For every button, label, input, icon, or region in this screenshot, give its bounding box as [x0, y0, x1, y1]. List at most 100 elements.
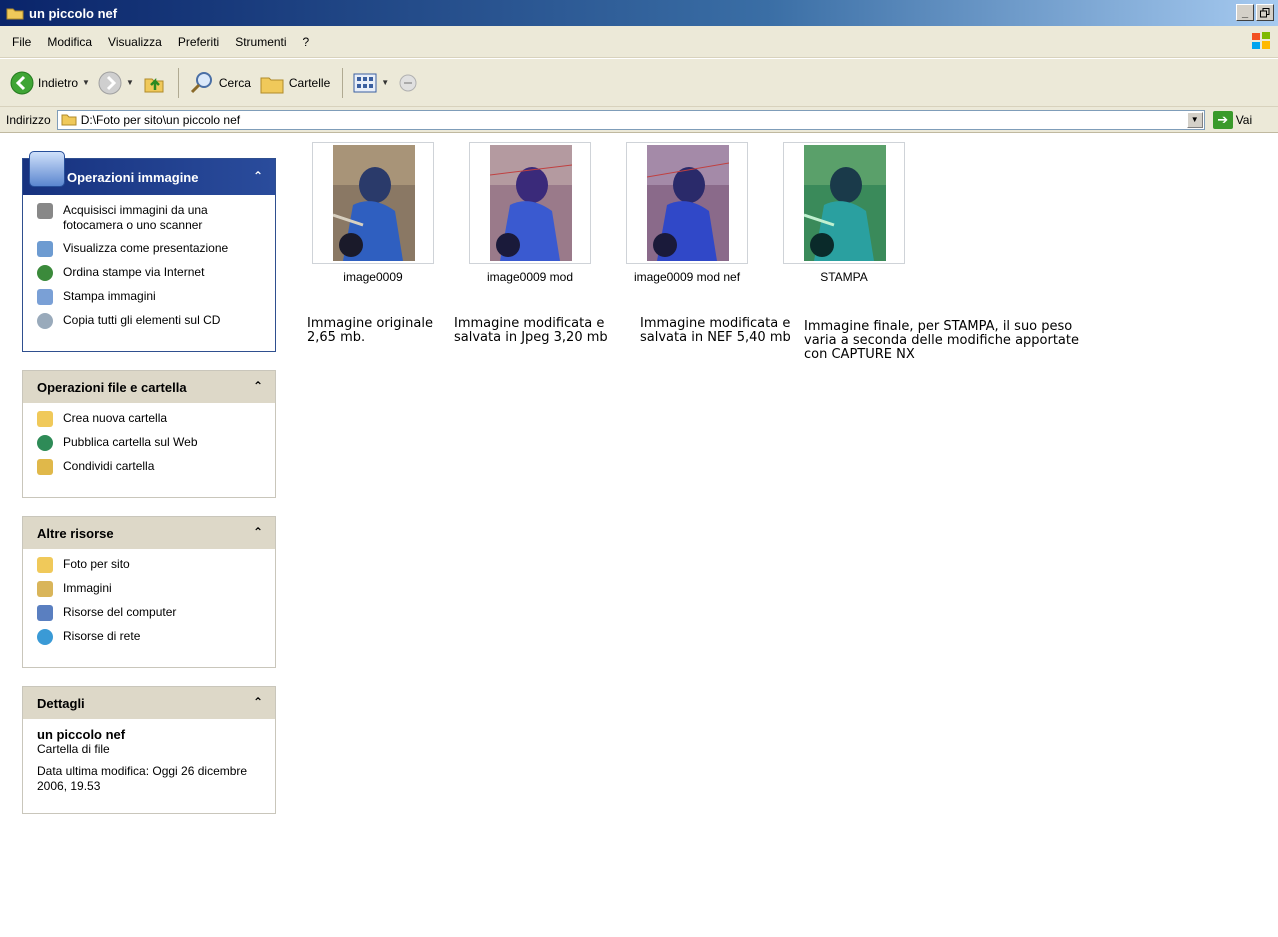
details-folder-type: Cartella di file: [37, 742, 110, 756]
image-tasks-panel: Operazioni immagine ⌃ Acquisisci immagin…: [22, 151, 276, 352]
search-icon: [190, 71, 212, 93]
link-label: Foto per sito: [63, 557, 130, 571]
file-tasks-header[interactable]: Operazioni file e cartella ⌃: [23, 371, 275, 403]
network-icon: [37, 629, 53, 645]
file-thumbnail[interactable]: [469, 142, 591, 264]
views-button[interactable]: ▼: [353, 72, 389, 94]
toolbar-separator: [177, 67, 179, 98]
file-thumbnail[interactable]: [783, 142, 905, 264]
thumbnail-image: [647, 145, 729, 261]
address-dropdown-icon[interactable]: ▼: [1186, 111, 1203, 128]
task-label: Pubblica cartella sul Web: [63, 435, 198, 449]
image-tasks-icon: [29, 151, 65, 187]
minimize-button[interactable]: _: [1236, 4, 1254, 21]
details-title: Dettagli: [37, 695, 85, 711]
folders-icon: [260, 77, 284, 93]
address-label: Indirizzo: [6, 112, 51, 127]
menu-tools[interactable]: Strumenti: [235, 35, 286, 49]
file-name[interactable]: image0009 mod nef: [607, 270, 767, 284]
link-my-computer[interactable]: Risorse del computer: [37, 605, 263, 621]
menu-help[interactable]: ?: [303, 35, 310, 49]
task-slideshow[interactable]: Visualizza come presentazione: [37, 241, 263, 257]
file-description: Immagine finale, per STAMPA, il suo peso…: [804, 319, 1079, 362]
views-icon: [353, 73, 377, 92]
go-label: Vai: [1235, 112, 1253, 127]
pictures-folder-icon: [37, 581, 53, 597]
folders-label: Cartelle: [288, 75, 331, 90]
globe-icon: [37, 265, 53, 281]
restore-icon: [1260, 7, 1270, 17]
folder-sync-button[interactable]: [397, 72, 419, 94]
restore-button[interactable]: [1256, 4, 1274, 21]
collapse-chevron-icon[interactable]: ⌃: [253, 695, 263, 709]
task-label: Visualizza come presentazione: [63, 241, 229, 255]
file-name[interactable]: image0009 mod: [450, 270, 610, 284]
menu-favorites[interactable]: Preferiti: [178, 35, 219, 49]
web-publish-icon: [37, 435, 53, 451]
forward-dropdown-icon[interactable]: ▼: [126, 78, 134, 87]
file-name[interactable]: STAMPA: [764, 270, 924, 284]
address-input[interactable]: D:\Foto per sito\un piccolo nef ▼: [56, 109, 1205, 130]
forward-arrow-icon: [98, 71, 122, 94]
collapse-chevron-icon[interactable]: ⌃: [253, 525, 263, 539]
folders-button[interactable]: Cartelle: [259, 71, 330, 95]
folder-options-icon: [399, 74, 417, 91]
file-description: Immagine modificata e salvata in NEF 5,4…: [640, 316, 791, 345]
file-description: Immagine modificata e salvata in Jpeg 3,…: [454, 316, 608, 345]
task-label: Copia tutti gli elementi sul CD: [63, 313, 221, 327]
link-photo-folder[interactable]: Foto per sito: [37, 557, 263, 573]
other-places-panel: Altre risorse ⌃ Foto per sito Immagini R…: [22, 516, 276, 668]
menu-edit[interactable]: Modifica: [47, 35, 92, 49]
task-order-prints[interactable]: Ordina stampe via Internet: [37, 265, 263, 281]
task-print-images[interactable]: Stampa immagini: [37, 289, 263, 305]
slideshow-icon: [37, 241, 53, 257]
back-button[interactable]: Indietro ▼: [10, 71, 90, 95]
details-modified-date: Data ultima modifica: Oggi 26 dicembre 2…: [37, 764, 248, 793]
back-dropdown-icon[interactable]: ▼: [82, 78, 90, 87]
menu-file[interactable]: File: [12, 35, 31, 49]
forward-button[interactable]: ▼: [98, 71, 134, 95]
task-label: Condividi cartella: [63, 459, 155, 473]
task-label: Crea nuova cartella: [63, 411, 168, 425]
file-name[interactable]: image0009: [293, 270, 453, 284]
link-network[interactable]: Risorse di rete: [37, 629, 263, 645]
up-folder-button[interactable]: [142, 71, 166, 95]
folder-icon: [61, 114, 77, 126]
image-tasks-title: Operazioni immagine: [67, 169, 199, 185]
link-label: Immagini: [63, 581, 112, 595]
file-thumbnail[interactable]: [626, 142, 748, 264]
printer-icon: [37, 289, 53, 305]
collapse-chevron-icon[interactable]: ⌃: [253, 169, 263, 183]
up-folder-icon: [144, 77, 164, 92]
task-new-folder[interactable]: Crea nuova cartella: [37, 411, 263, 427]
details-header[interactable]: Dettagli ⌃: [23, 687, 275, 719]
toolbar: Indietro ▼ ▼ Cerca Cartelle ▼: [0, 59, 1278, 107]
task-publish-web[interactable]: Pubblica cartella sul Web: [37, 435, 263, 451]
thumbnail-image: [804, 145, 886, 261]
search-label: Cerca: [218, 75, 251, 90]
back-label: Indietro: [38, 75, 79, 90]
address-path: D:\Foto per sito\un piccolo nef: [80, 112, 241, 127]
file-view: image0009 Immagine originale 2,65 mb. im…: [290, 134, 1278, 937]
go-button[interactable]: ➔ Vai: [1212, 110, 1253, 129]
new-folder-icon: [37, 411, 53, 427]
image-tasks-header[interactable]: Operazioni immagine ⌃: [23, 151, 275, 195]
menu-view[interactable]: Visualizza: [108, 35, 162, 49]
task-label: Ordina stampe via Internet: [63, 265, 205, 279]
file-tasks-panel: Operazioni file e cartella ⌃ Crea nuova …: [22, 370, 276, 498]
search-button[interactable]: Cerca: [189, 70, 251, 96]
task-share-folder[interactable]: Condividi cartella: [37, 459, 263, 475]
link-pictures[interactable]: Immagini: [37, 581, 263, 597]
menu-bar: File Modifica Visualizza Preferiti Strum…: [0, 26, 1278, 58]
task-acquire-images[interactable]: Acquisisci immagini da una fotocamera o …: [37, 203, 263, 233]
file-thumbnail[interactable]: [312, 142, 434, 264]
collapse-chevron-icon[interactable]: ⌃: [253, 379, 263, 393]
link-label: Risorse di rete: [63, 629, 141, 643]
details-folder-name: un piccolo nef: [37, 727, 126, 742]
file-description: Immagine originale 2,65 mb.: [307, 316, 433, 345]
task-copy-to-cd[interactable]: Copia tutti gli elementi sul CD: [37, 313, 263, 329]
views-dropdown-icon[interactable]: ▼: [381, 78, 389, 87]
other-places-header[interactable]: Altre risorse ⌃: [23, 517, 275, 549]
toolbar-separator: [342, 67, 344, 98]
computer-icon: [37, 605, 53, 621]
